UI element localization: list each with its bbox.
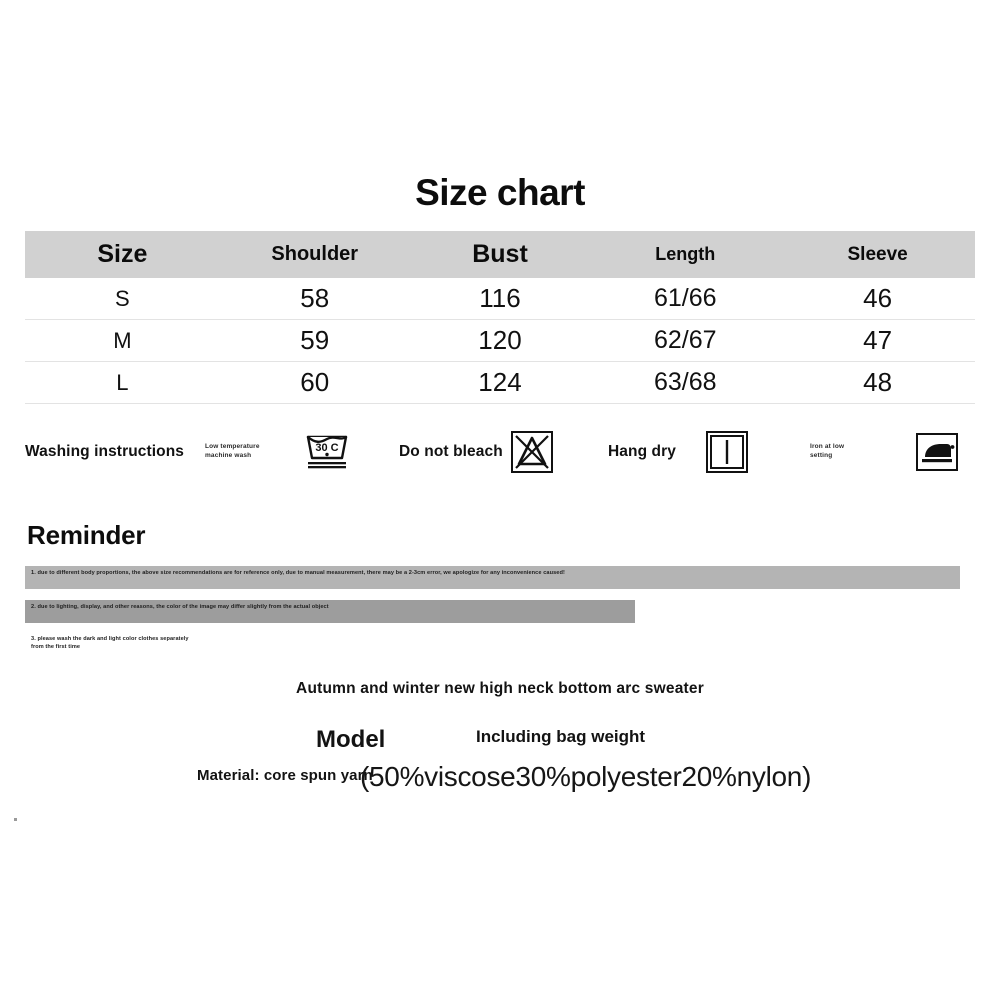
cell-size: M xyxy=(113,327,132,353)
hang-dry-icon-wrap xyxy=(705,424,749,480)
machine-wash-30c-icon: 30 C xyxy=(303,424,351,480)
iron-icon-wrap xyxy=(915,424,959,480)
cell-size: L xyxy=(116,369,129,395)
iron-icon xyxy=(916,433,958,471)
do-not-bleach-icon-wrap xyxy=(510,424,554,480)
low-temperature-wash-label: Low temperature machine wash xyxy=(205,443,260,461)
image-artifact-speck xyxy=(14,818,17,821)
reminder-heading: Reminder xyxy=(27,520,146,550)
model-label: Model xyxy=(316,726,386,753)
do-not-bleach-label-wrap: Do not bleach xyxy=(399,424,503,480)
low-temperature-wash-label-wrap: Low temperature machine wash xyxy=(205,424,260,480)
hang-dry-label: Hang dry xyxy=(608,443,676,460)
size-chart-table: Size Shoulder Bust Length Sleeve S 58 11… xyxy=(25,231,975,404)
table-header-row: Size Shoulder Bust Length Sleeve xyxy=(25,231,975,278)
page-title: Size chart xyxy=(415,172,585,213)
column-header-sleeve: Sleeve xyxy=(847,243,908,265)
washing-instructions-label-wrap: Washing instructions xyxy=(25,424,184,480)
wash-temperature-text: 30 C xyxy=(315,442,338,454)
bag-weight-label: Including bag weight xyxy=(476,727,646,746)
hang-dry-icon xyxy=(706,431,748,473)
reminder-item-2: 2. due to lighting, display, and other r… xyxy=(25,600,635,623)
iron-line-1: Iron at low xyxy=(810,443,845,451)
low-temp-line-1: Low temperature xyxy=(205,443,260,451)
product-name: Autumn and winter new high neck bottom a… xyxy=(296,680,704,697)
cell-length: 62/67 xyxy=(653,326,717,354)
cell-sleeve: 46 xyxy=(863,283,893,313)
iron-line-2: setting xyxy=(810,452,833,459)
column-header-size: Size xyxy=(97,240,148,268)
cell-sleeve: 48 xyxy=(863,367,893,397)
washing-instructions-label: Washing instructions xyxy=(25,443,185,460)
cell-sleeve: 47 xyxy=(863,325,893,355)
material-label: Material: core spun yarn xyxy=(197,767,373,784)
iron-low-setting-label-wrap: Iron at low setting xyxy=(810,424,844,480)
cell-length: 61/66 xyxy=(653,284,717,312)
cell-bust: 124 xyxy=(478,367,522,397)
cell-shoulder: 59 xyxy=(300,325,330,355)
table-row: S 58 116 61/66 46 xyxy=(25,278,975,320)
do-not-bleach-label: Do not bleach xyxy=(399,443,503,460)
table-row: M 59 120 62/67 47 xyxy=(25,320,975,362)
table-row: L 60 124 63/68 48 xyxy=(25,362,975,404)
care-instructions-row: Washing instructions Low temperature mac… xyxy=(25,424,975,480)
wash-tub-icon: 30 C xyxy=(306,435,348,469)
cell-length: 63/68 xyxy=(653,368,717,396)
reminder-item-3: 3. please wash the dark and light color … xyxy=(25,632,200,654)
column-header-bust: Bust xyxy=(472,240,528,268)
material-composition: (50%viscose30%polyester20%nylon) xyxy=(360,761,812,792)
reminder-item-1: 1. due to different body proportions, th… xyxy=(25,566,960,589)
hang-dry-label-wrap: Hang dry xyxy=(608,424,676,480)
iron-low-setting-label: Iron at low setting xyxy=(810,443,844,461)
cell-bust: 120 xyxy=(478,325,522,355)
column-header-shoulder: Shoulder xyxy=(271,243,359,265)
column-header-length: Length xyxy=(655,244,716,264)
cell-shoulder: 60 xyxy=(300,367,330,397)
do-not-bleach-icon xyxy=(511,431,553,473)
low-temp-line-2: machine wash xyxy=(205,452,252,459)
cell-bust: 116 xyxy=(479,283,521,313)
cell-shoulder: 58 xyxy=(300,283,330,313)
cell-size: S xyxy=(115,285,130,311)
